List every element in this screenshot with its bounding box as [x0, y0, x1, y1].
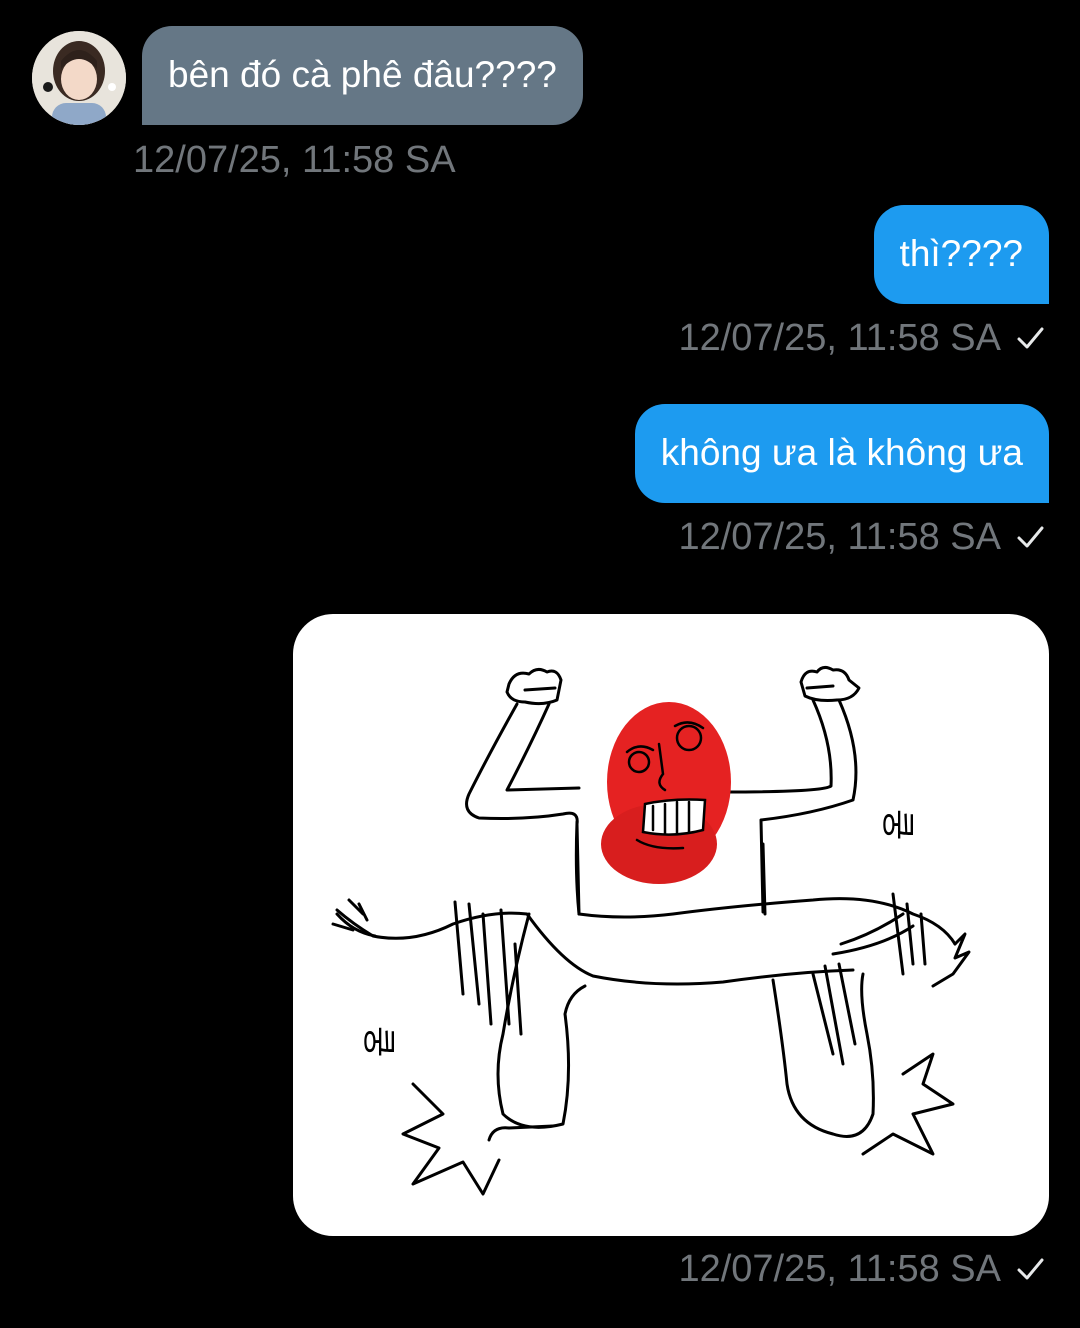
message-text: bên đó cà phê đâu????: [168, 54, 557, 95]
meme-drawing: 쿵 쿵: [331, 665, 971, 1196]
check-icon: [1017, 526, 1044, 548]
message-timestamp: 12/07/25, 11:58 SA: [678, 316, 1045, 360]
image-attachment[interactable]: 쿵 쿵: [293, 614, 1049, 1236]
incoming-message-bubble[interactable]: bên đó cà phê đâu????: [142, 26, 583, 125]
message-timestamp: 12/07/25, 11:58 SA: [133, 139, 456, 181]
outgoing-message-bubble[interactable]: thì????: [873, 205, 1049, 304]
check-icon: [1017, 1258, 1044, 1280]
message-text: thì????: [899, 233, 1023, 274]
contact-avatar[interactable]: [32, 31, 126, 125]
image-caption-text: 쿵: [358, 1026, 398, 1057]
message-text: không ưa là không ưa: [660, 432, 1023, 473]
image-caption-text: 쿵: [877, 809, 917, 840]
message-timestamp: 12/07/25, 11:58 SA: [678, 1247, 1045, 1291]
message-timestamp: 12/07/25, 11:58 SA: [678, 515, 1045, 559]
check-icon: [1017, 327, 1044, 349]
outgoing-message-bubble[interactable]: không ưa là không ưa: [634, 404, 1049, 503]
